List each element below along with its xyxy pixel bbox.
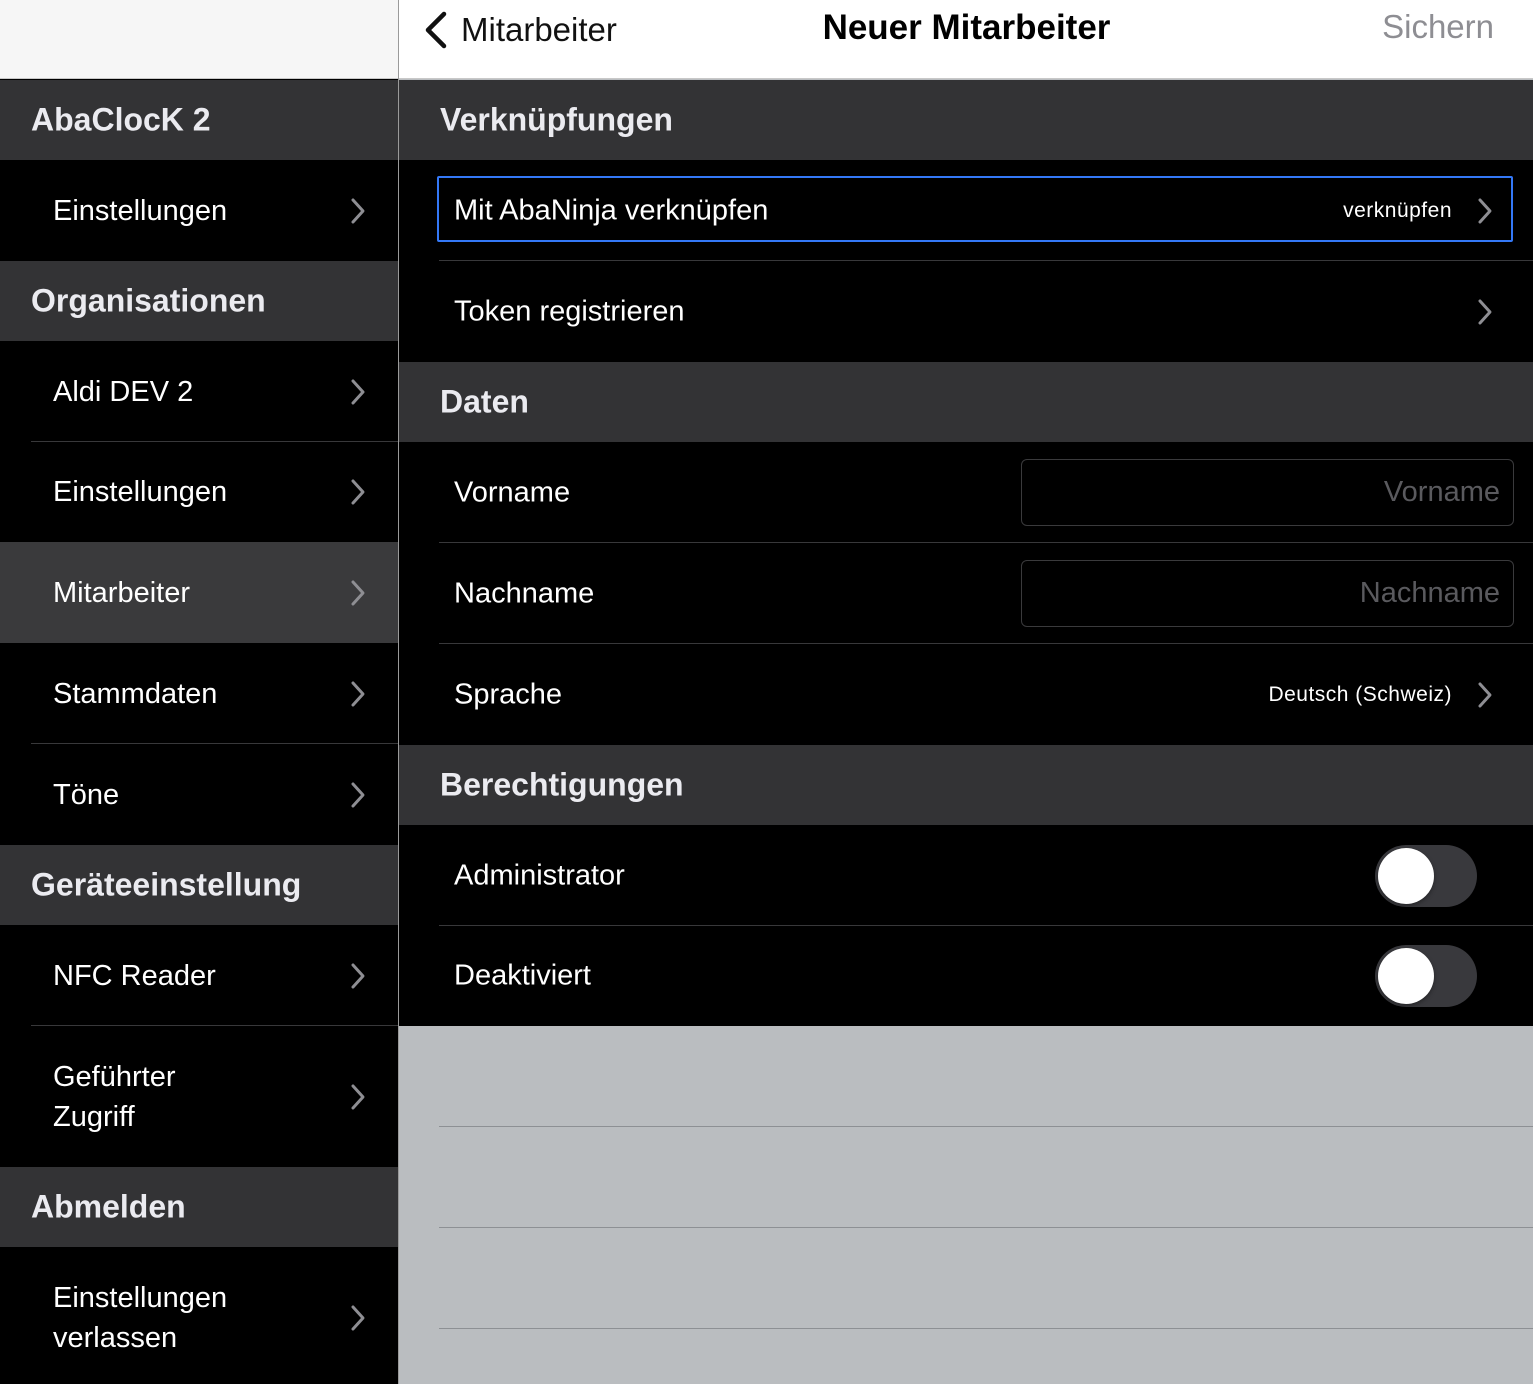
sidebar-item-organisation[interactable]: Aldi DEV 2 bbox=[0, 341, 398, 442]
sidebar-section-title: Abmelden bbox=[31, 1188, 186, 1225]
sidebar-section-header: Geräteeinstellung bbox=[0, 845, 398, 925]
token-register-row[interactable]: Token registrieren bbox=[399, 261, 1533, 362]
firstname-field[interactable] bbox=[1021, 458, 1514, 526]
sidebar-item-toene[interactable]: Töne bbox=[0, 744, 398, 845]
chevron-right-icon bbox=[351, 1305, 365, 1330]
divider bbox=[439, 1328, 1533, 1329]
sidebar-item-label: Töne bbox=[53, 778, 120, 811]
row-value: Deutsch (Schweiz) bbox=[1268, 682, 1452, 706]
detail-pane: Mitarbeiter Neuer Mitarbeiter Sichern Ve… bbox=[398, 0, 1533, 1384]
row-label: Token registrieren bbox=[454, 295, 685, 327]
deactivated-row: Deaktiviert bbox=[399, 926, 1533, 1026]
sidebar-item-einstellungen-org[interactable]: Einstellungen bbox=[0, 442, 398, 542]
save-button[interactable]: Sichern bbox=[1382, 8, 1494, 46]
section-header-permissions: Berechtigungen bbox=[399, 745, 1533, 825]
row-label: Deaktiviert bbox=[454, 959, 591, 992]
sidebar-item-label: Aldi DEV 2 bbox=[53, 375, 194, 408]
section-title: Daten bbox=[440, 383, 529, 420]
chevron-right-icon bbox=[351, 782, 365, 807]
chevron-right-icon bbox=[351, 1084, 365, 1109]
row-label: Vorname bbox=[454, 476, 571, 508]
navigation-bar: Mitarbeiter Neuer Mitarbeiter Sichern bbox=[399, 0, 1533, 79]
section-header-links: Verknüpfungen bbox=[399, 80, 1533, 160]
chevron-right-icon bbox=[351, 580, 365, 605]
sidebar-item-gefuehrter-zugriff[interactable]: Geführter Zugriff bbox=[0, 1026, 398, 1167]
sidebar-section-title: Geräteeinstellung bbox=[31, 866, 302, 903]
toggle-knob bbox=[1378, 948, 1434, 1004]
sidebar-section-title: Organisationen bbox=[31, 282, 266, 319]
sidebar-item-mitarbeiter[interactable]: Mitarbeiter bbox=[0, 542, 398, 643]
row-value: verknüpfen bbox=[1343, 198, 1452, 222]
lastname-field[interactable] bbox=[1021, 559, 1514, 627]
admin-row: Administrator bbox=[399, 825, 1533, 926]
chevron-right-icon bbox=[351, 198, 365, 223]
chevron-right-icon bbox=[351, 681, 365, 706]
sidebar-section-header: Abmelden bbox=[0, 1167, 398, 1247]
section-title: Verknüpfungen bbox=[440, 101, 673, 138]
sidebar-item-label: Einstellungen bbox=[53, 194, 228, 227]
chevron-right-icon bbox=[351, 379, 365, 404]
sidebar-section-header: Organisationen bbox=[0, 261, 398, 341]
sidebar-item-label: NFC Reader bbox=[53, 959, 216, 992]
sidebar-top-bar bbox=[0, 0, 398, 79]
row-label: Mit AbaNinja verknüpfen bbox=[454, 194, 769, 226]
chevron-right-icon bbox=[351, 963, 365, 988]
firstname-row: Vorname bbox=[399, 442, 1533, 543]
page-title: Neuer Mitarbeiter bbox=[822, 8, 1111, 47]
admin-toggle[interactable] bbox=[1375, 844, 1477, 907]
divider bbox=[439, 1227, 1533, 1228]
section-title: Berechtigungen bbox=[440, 766, 684, 803]
chevron-right-icon bbox=[1478, 299, 1492, 324]
sidebar-item-label: Geführter Zugriff bbox=[53, 1060, 176, 1133]
deactivated-toggle[interactable] bbox=[1375, 945, 1477, 1007]
sidebar-item-nfc-reader[interactable]: NFC Reader bbox=[0, 925, 398, 1026]
sidebar-item-einstellungen-verlassen[interactable]: Einstellungen verlassen bbox=[0, 1247, 398, 1384]
sidebar-item-label: Stammdaten bbox=[53, 677, 218, 710]
toggle-knob bbox=[1378, 847, 1434, 904]
language-row[interactable]: Sprache Deutsch (Schweiz) bbox=[399, 644, 1533, 745]
sidebar-section-title: AbaClocK 2 bbox=[31, 101, 211, 138]
chevron-right-icon bbox=[1478, 682, 1492, 707]
lastname-row: Nachname bbox=[399, 543, 1533, 644]
abaninja-link-row[interactable]: Mit AbaNinja verknüpfen verknüpfen bbox=[399, 160, 1533, 261]
sidebar: AbaClocK 2 Einstellungen Organisationen … bbox=[0, 0, 398, 1384]
sidebar-item-label: Einstellungen verlassen bbox=[53, 1281, 228, 1354]
row-label: Sprache bbox=[454, 678, 563, 710]
sidebar-item-label: Einstellungen bbox=[53, 476, 228, 508]
row-label: Administrator bbox=[454, 859, 625, 891]
section-header-data: Daten bbox=[399, 362, 1533, 442]
sidebar-item-label: Mitarbeiter bbox=[53, 576, 190, 609]
sidebar-item-einstellungen-app[interactable]: Einstellungen bbox=[0, 160, 398, 261]
sidebar-item-stammdaten[interactable]: Stammdaten bbox=[0, 643, 398, 744]
sidebar-section-header: AbaClocK 2 bbox=[0, 80, 398, 160]
row-label: Nachname bbox=[454, 577, 595, 609]
chevron-right-icon bbox=[351, 479, 365, 505]
divider bbox=[439, 1126, 1533, 1127]
chevron-right-icon bbox=[1478, 198, 1492, 223]
